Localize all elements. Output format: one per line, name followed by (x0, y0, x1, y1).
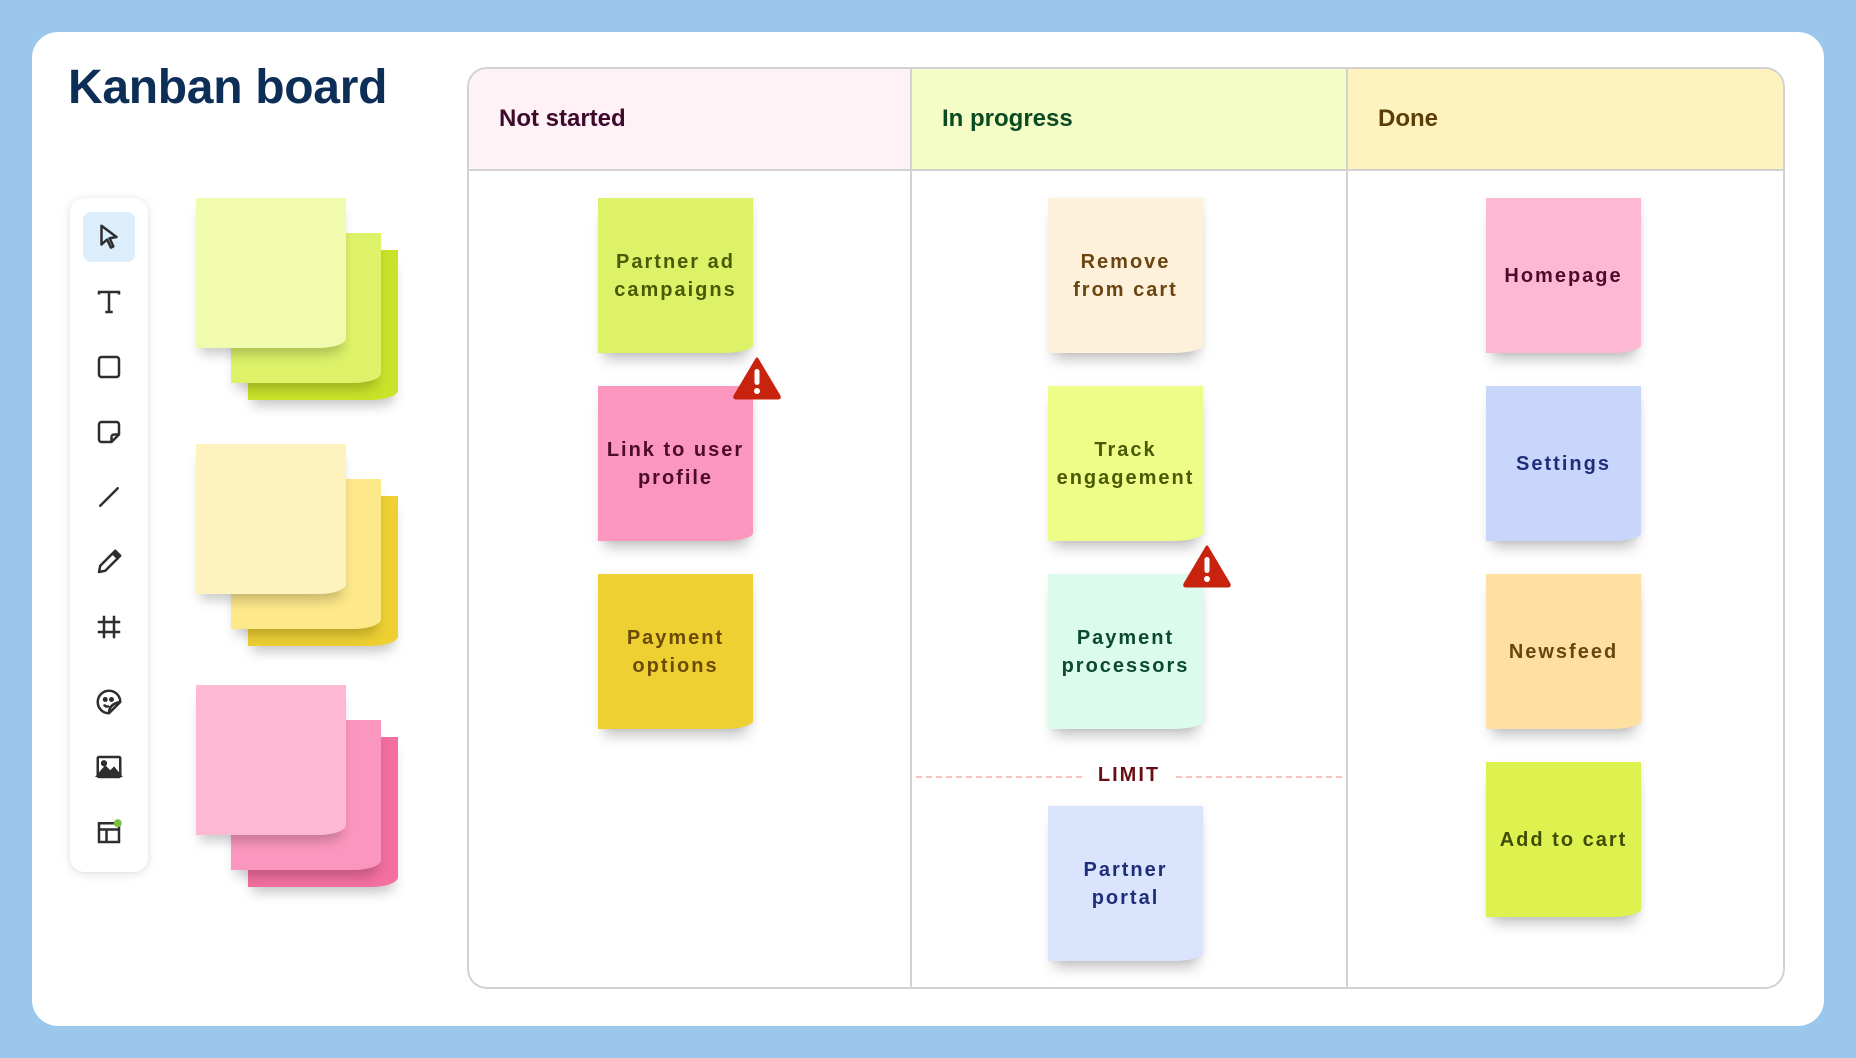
line-icon (99, 487, 119, 507)
sticky-card-text: Homepage (1504, 264, 1623, 287)
column-header[interactable]: Not started (469, 69, 910, 171)
hash-frame-icon (97, 615, 121, 639)
warning-icon[interactable] (1182, 544, 1232, 588)
templates-tool-button[interactable] (83, 807, 135, 857)
page-title: Kanban board (68, 61, 388, 114)
pen-tool-button[interactable] (83, 537, 135, 587)
palette-note[interactable] (196, 198, 346, 348)
sticky-card-text: Add to cart (1499, 828, 1628, 851)
sticky-card[interactable]: Homepage (1486, 198, 1641, 353)
text-tool-button[interactable] (83, 277, 135, 327)
sticky-card-text: Partner ad campaigns (614, 250, 737, 301)
shape-tool-button[interactable] (83, 342, 135, 392)
sticky-note-tool-button[interactable] (83, 407, 135, 457)
sticky-card[interactable]: Partner portal (1048, 806, 1203, 961)
image-tool-button[interactable] (83, 742, 135, 792)
sticky-card[interactable]: Track engagement (1048, 386, 1203, 541)
column-header[interactable]: In progress (912, 69, 1346, 171)
palette-note[interactable] (196, 685, 346, 835)
layout-icon (97, 819, 122, 844)
sticky-card-text: Payment processors (1061, 626, 1190, 677)
sticky-card-text: Partner portal (1083, 858, 1168, 909)
line-tool-button[interactable] (83, 472, 135, 522)
sticky-card[interactable]: Remove from cart (1048, 198, 1203, 353)
sticky-card[interactable]: Link to user profile (598, 386, 753, 541)
sticky-card-text: Track engagement (1056, 438, 1195, 489)
square-icon (97, 355, 121, 379)
sticker-icon (96, 689, 122, 715)
pencil-icon (97, 549, 122, 574)
warning-icon[interactable] (732, 356, 782, 400)
toolbar (70, 198, 148, 872)
sticky-card-text: Settings (1516, 452, 1611, 475)
sticker-tool-button[interactable] (83, 677, 135, 727)
select-tool-button[interactable] (83, 212, 135, 262)
palette-note[interactable] (196, 444, 346, 594)
sticky-card[interactable]: Partner ad campaigns (598, 198, 753, 353)
sticky-card[interactable]: Payment options (598, 574, 753, 729)
sticky-card[interactable]: Settings (1486, 386, 1641, 541)
text-icon (97, 290, 121, 314)
image-icon (95, 755, 123, 779)
sticky-card[interactable]: Payment processors (1048, 574, 1203, 729)
sticky-card-text: Link to user profile (606, 438, 745, 489)
sticky-card-text: Remove from cart (1073, 250, 1178, 301)
frame-tool-button[interactable] (83, 602, 135, 652)
sticky-card-text: Payment options (626, 626, 725, 677)
sticky-card[interactable]: Add to cart (1486, 762, 1641, 917)
sticky-card-text: Newsfeed (1508, 640, 1619, 663)
column-header[interactable]: Done (1348, 69, 1783, 171)
sticky-card[interactable]: Newsfeed (1486, 574, 1641, 729)
sticky-note-icon (97, 420, 121, 444)
cursor-icon (100, 224, 118, 249)
wip-limit-label: LIMIT (912, 764, 1346, 787)
